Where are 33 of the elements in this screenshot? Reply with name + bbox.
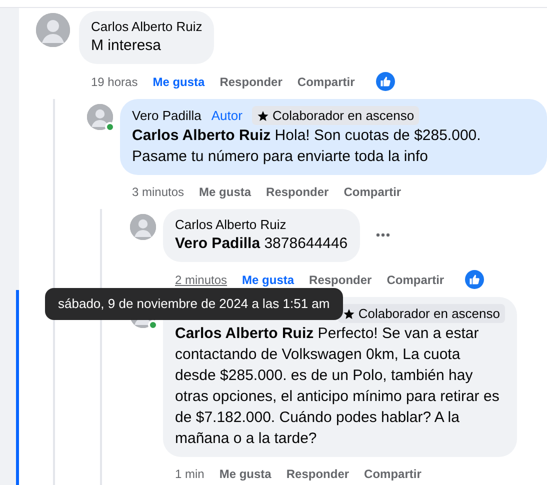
author-name[interactable]: Carlos Alberto Ruiz — [175, 216, 286, 233]
timestamp-link[interactable]: 2 minutos — [175, 270, 228, 288]
share-link[interactable]: Compartir — [344, 183, 402, 201]
contributor-badge: Colaborador en ascenso — [252, 106, 420, 125]
avatar[interactable] — [87, 104, 113, 130]
timestamp-link[interactable]: 19 horas — [91, 72, 138, 90]
author-name[interactable]: Carlos Alberto Ruiz — [91, 18, 202, 35]
timestamp-link[interactable]: 3 minutos — [132, 183, 184, 201]
timestamp-link[interactable]: 1 min — [175, 465, 204, 483]
comment-text: Carlos Alberto Ruiz Perfecto! Se van a estar contactando de Volkswagen 0km, La cuota desde $285.000. es de un Polo, también hay otras opciones, el anticipo mínimo para retirar es de $7.182.000. Cuándo podes hablar? A la mañana o a la tarde? — [175, 324, 500, 449]
contributor-badge: Colaborador en ascenso — [338, 304, 505, 323]
like-link[interactable]: Me gusta — [199, 183, 252, 201]
like-link[interactable]: Me gusta — [242, 270, 294, 288]
share-link[interactable]: Compartir — [297, 72, 355, 90]
star-icon — [257, 110, 270, 122]
reply-link[interactable]: Responder — [266, 183, 329, 201]
like-icon[interactable] — [376, 72, 395, 91]
reply-link[interactable]: Responder — [286, 465, 350, 483]
date-tooltip: sábado, 9 de noviembre de 2024 a las 1:51 am — [45, 288, 343, 320]
comment-text: Vero Padilla 3878644446 — [175, 234, 348, 254]
star-icon — [343, 308, 356, 320]
like-icon[interactable] — [465, 270, 484, 289]
more-icon[interactable] — [376, 233, 390, 237]
like-link[interactable]: Me gusta — [152, 72, 205, 90]
author-label: Autor — [210, 107, 244, 125]
reply-link[interactable]: Responder — [309, 270, 372, 288]
share-link[interactable]: Compartir — [386, 270, 444, 288]
comment-text: M interesa — [91, 36, 162, 56]
like-link[interactable]: Me gusta — [219, 465, 272, 483]
author-name[interactable]: Vero Padilla — [132, 107, 202, 124]
comment-text: Carlos Alberto Ruiz Hola! Son cuotas de $285.000. Pasame tu número para enviarte toda la info — [132, 126, 482, 167]
reply-link[interactable]: Responder — [220, 72, 282, 90]
share-link[interactable]: Compartir — [364, 465, 422, 483]
